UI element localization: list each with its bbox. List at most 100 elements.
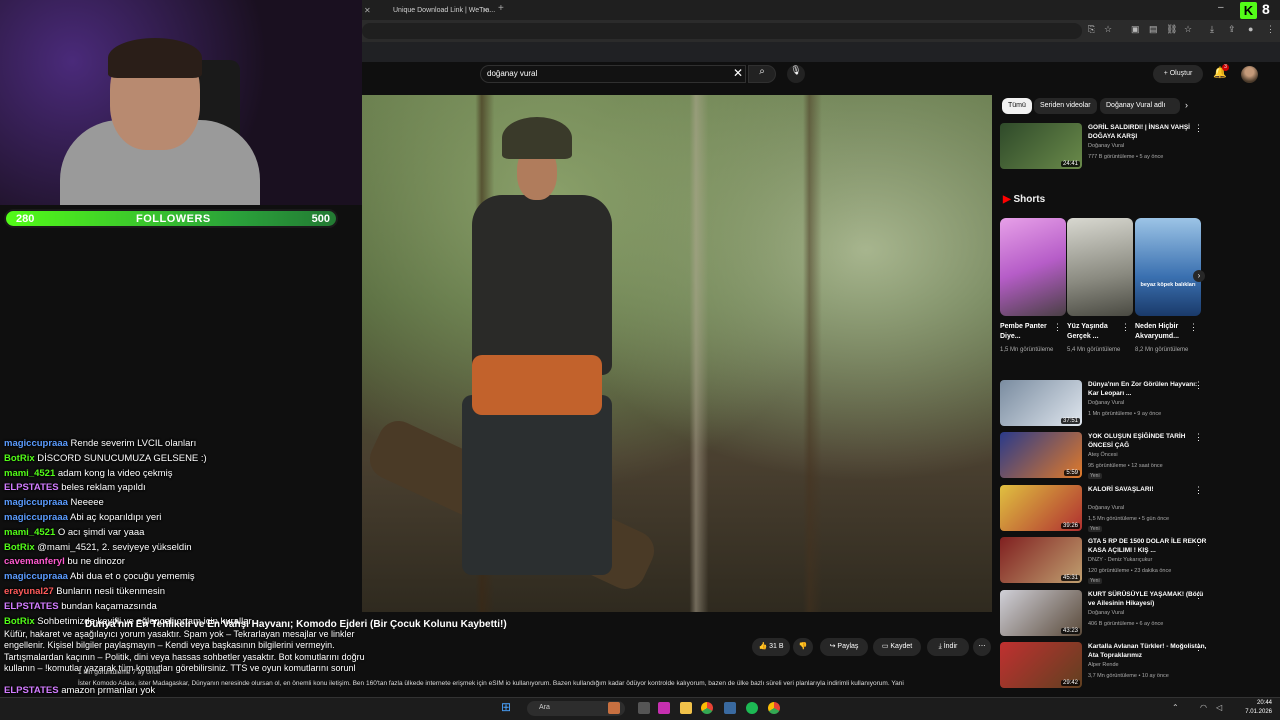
chat-username[interactable]: magiccupraaa	[4, 438, 68, 449]
video-title[interactable]: KURT SÜRÜSÜYLE YAŞAMAK! (Börü ve Ailesin…	[1088, 590, 1208, 608]
sidebar-video[interactable]: 45:31 GTA 5 RP DE 1500 DOLAR İLE REKOR KA…	[1000, 537, 1270, 585]
short-thumbnail[interactable]: beyaz köpek balıkları	[1135, 218, 1201, 316]
more-options-icon[interactable]: ⋮	[1194, 380, 1203, 391]
sidebar-video[interactable]: 5:59 YOK OLUŞUN EŞİĞİNDE TARİH ÖNCESİ ÇAĞ…	[1000, 432, 1270, 480]
new-tab-icon[interactable]: +	[498, 3, 504, 14]
video-title[interactable]: YOK OLUŞUN EŞİĞİNDE TARİH ÖNCESİ ÇAĞ	[1088, 432, 1208, 450]
minimize-icon[interactable]: –	[1218, 2, 1224, 13]
widget-icon[interactable]	[608, 702, 620, 714]
sidebar-video[interactable]: 39:26 KALORİ SAVAŞLARI! Doğanay Vural 1,5 M…	[1000, 485, 1270, 533]
address-bar[interactable]	[362, 23, 1082, 39]
sidebar-video[interactable]: 29:42 Kartalla Avlanan Türkler! - Moğolis…	[1000, 642, 1270, 690]
volume-icon[interactable]: ◁	[1216, 703, 1222, 712]
short-title[interactable]: Pembe Panter Diye...	[1000, 322, 1060, 342]
tray-chevron-icon[interactable]: ⌃	[1172, 703, 1179, 712]
share-icon[interactable]: ⇪	[1228, 24, 1236, 35]
task-view-icon[interactable]	[638, 702, 650, 714]
chat-username[interactable]: ELPSTATES	[4, 601, 59, 612]
user-avatar[interactable]	[1241, 66, 1258, 83]
wifi-icon[interactable]: ◠	[1200, 703, 1207, 712]
chat-username[interactable]: BotRix	[4, 453, 35, 464]
video-thumbnail[interactable]: 29:42	[1000, 642, 1082, 688]
save-button[interactable]: ▭ Kaydet	[873, 638, 921, 656]
video-thumbnail[interactable]: 37:51	[1000, 380, 1082, 426]
video-thumbnail[interactable]: 45:31	[1000, 537, 1082, 583]
chevron-right-icon[interactable]: ›	[1185, 100, 1188, 110]
chat-username[interactable]: mami_4521	[4, 527, 55, 538]
close-tab-icon[interactable]: ✕	[364, 6, 371, 15]
more-actions-button[interactable]: ⋯	[973, 638, 991, 656]
sidebar-video[interactable]: 24:41 GORİL SALDIRDI! | İNSAN VAHŞİ DOĞAY…	[1000, 123, 1270, 171]
more-options-icon[interactable]: ⋮	[1194, 590, 1203, 601]
search-input[interactable]: doğanay vural	[480, 65, 746, 83]
more-options-icon[interactable]: ⋮	[1194, 642, 1203, 653]
chat-username[interactable]: mami_4521	[4, 468, 55, 479]
chat-username[interactable]: BotRix	[4, 542, 35, 553]
sidebar-icon[interactable]: ▤	[1149, 24, 1158, 35]
chat-username[interactable]: magiccupraaa	[4, 512, 68, 523]
chat-username[interactable]: ELPSTATES	[4, 685, 59, 696]
chip-channel[interactable]: Doğanay Vural adlı yü...	[1100, 98, 1180, 114]
clear-search-icon[interactable]: ✕	[733, 66, 743, 80]
short-title[interactable]: Neden Hiçbir Akvaryumd...	[1135, 322, 1195, 342]
download-button[interactable]: ⤓ İndir	[927, 638, 969, 656]
video-title[interactable]: GORİL SALDIRDI! | İNSAN VAHŞİ DOĞAYA KAR…	[1088, 123, 1208, 141]
app-icon[interactable]	[724, 702, 736, 714]
more-options-icon[interactable]: ⋮	[1194, 432, 1203, 443]
video-thumbnail[interactable]: 5:59	[1000, 432, 1082, 478]
link-icon[interactable]: ⛓	[1166, 24, 1177, 35]
chat-username[interactable]: ELPSTATES	[4, 482, 59, 493]
dislike-button[interactable]: 👎	[793, 638, 813, 656]
video-title[interactable]: GTA 5 RP DE 1500 DOLAR İLE REKOR KASA AÇ…	[1088, 537, 1208, 555]
channel-name[interactable]: Doğanay Vural	[1088, 610, 1124, 616]
channel-name[interactable]: DNZY - Deniz Yukarıçukur	[1088, 557, 1152, 563]
install-icon[interactable]: ⎘	[1088, 24, 1095, 35]
extension-icon[interactable]: ▣	[1131, 24, 1140, 35]
profile-icon[interactable]: ●	[1248, 24, 1253, 34]
menu-icon[interactable]: ⋮	[1266, 24, 1275, 35]
channel-name[interactable]: Doğanay Vural	[1088, 143, 1124, 149]
short-more-icon[interactable]: ⋮	[1121, 322, 1130, 333]
spotify-icon[interactable]	[746, 702, 758, 714]
video-thumbnail[interactable]: 24:41	[1000, 123, 1082, 169]
short-more-icon[interactable]: ⋮	[1189, 322, 1198, 333]
chrome-icon[interactable]	[701, 702, 713, 714]
downloads-icon[interactable]: ⤓	[1210, 24, 1214, 35]
chrome-profile-icon[interactable]	[768, 702, 780, 714]
video-thumbnail[interactable]: 43:23	[1000, 590, 1082, 636]
shorts-next-icon[interactable]: ›	[1193, 270, 1205, 282]
channel-name[interactable]: Ateş Öncesi	[1088, 452, 1118, 458]
file-explorer-icon[interactable]	[680, 702, 692, 714]
video-description[interactable]: İster Komodo Adası, ister Madagaskar, Dü…	[78, 680, 904, 687]
sidebar-video[interactable]: 43:23 KURT SÜRÜSÜYLE YAŞAMAK! (Börü ve Ai…	[1000, 590, 1270, 638]
chat-username[interactable]: magiccupraaa	[4, 571, 68, 582]
video-title[interactable]: KALORİ SAVAŞLARI!	[1088, 485, 1208, 494]
create-button[interactable]: + Oluştur	[1153, 65, 1203, 83]
video-thumbnail[interactable]: 39:26	[1000, 485, 1082, 531]
chip-all[interactable]: Tümü	[1002, 98, 1032, 114]
share-button[interactable]: ↪ Paylaş	[820, 638, 868, 656]
chat-username[interactable]: erayunal27	[4, 586, 54, 597]
video-title[interactable]: Dünya'nın En Zor Görülen Hayvanı: Kar Le…	[1088, 380, 1208, 398]
channel-name[interactable]: Doğanay Vural	[1088, 400, 1124, 406]
system-clock[interactable]: 20:44 7.01.2026	[1242, 699, 1272, 717]
like-button[interactable]: 👍 31 B	[752, 638, 790, 656]
close-tab-icon[interactable]: ✕	[482, 6, 489, 15]
copilot-icon[interactable]	[658, 702, 670, 714]
short-thumbnail[interactable]	[1067, 218, 1133, 316]
chip-series[interactable]: Seriden videolar	[1034, 98, 1097, 114]
favorites-icon[interactable]: ☆	[1184, 24, 1192, 35]
more-options-icon[interactable]: ⋮	[1194, 537, 1203, 548]
chat-username[interactable]: BotRix	[4, 616, 35, 627]
video-title[interactable]: Kartalla Avlanan Türkler! - Moğolistan, …	[1088, 642, 1208, 660]
channel-name[interactable]: Alper Rende	[1088, 662, 1119, 668]
sidebar-video[interactable]: 37:51 Dünya'nın En Zor Görülen Hayvanı: K…	[1000, 380, 1270, 428]
chat-username[interactable]: magiccupraaa	[4, 497, 68, 508]
short-thumbnail[interactable]	[1000, 218, 1066, 316]
search-button[interactable]: ⌕	[748, 65, 776, 83]
voice-search-button[interactable]: 🎙	[787, 65, 805, 83]
short-title[interactable]: Yüz Yaşında Gerçek ...	[1067, 322, 1127, 342]
channel-name[interactable]: Doğanay Vural	[1088, 505, 1124, 511]
chat-username[interactable]: cavemanferyl	[4, 556, 65, 567]
more-options-icon[interactable]: ⋮	[1194, 123, 1203, 134]
